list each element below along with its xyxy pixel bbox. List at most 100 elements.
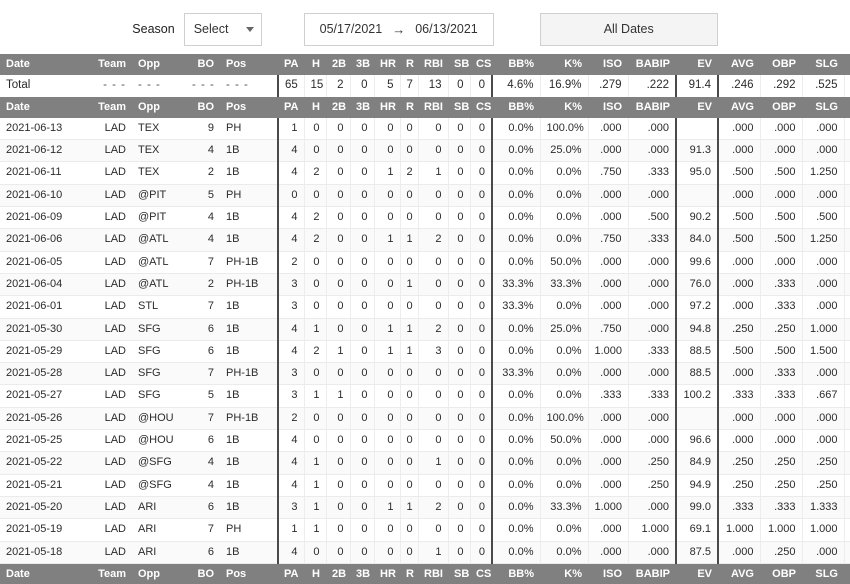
table-row[interactable]: 2021-06-11 LAD TEX 2 1B 4 2 0 0 1 2 1 0 0 0.0% 0.0% .750… bbox=[0, 161, 850, 185]
cell-3b: 0 bbox=[350, 184, 375, 208]
table-row[interactable]: 2021-05-22 LAD @SFG 4 1B 4 1 0 0 0 0 1 0 0 0.0% 0.0% .00… bbox=[0, 451, 850, 475]
col-rbi[interactable]: RBI bbox=[418, 54, 448, 76]
col-pos[interactable]: Pos bbox=[220, 54, 278, 76]
col3-2b[interactable]: 2B bbox=[326, 563, 350, 584]
cell-h: 2 bbox=[304, 161, 327, 185]
col3-3b[interactable]: 3B bbox=[350, 563, 374, 584]
col2-sb[interactable]: SB bbox=[448, 96, 470, 118]
col-babip[interactable]: BABIP bbox=[628, 54, 676, 76]
col3-bbpct[interactable]: BB% bbox=[492, 563, 540, 584]
table-row[interactable]: 2021-05-29 LAD SFG 6 1B 4 2 1 0 1 1 3 0 0 0.0% 0.0% 1.00… bbox=[0, 340, 850, 364]
table-row[interactable]: 2021-05-21 LAD @SFG 4 1B 4 1 0 0 0 0 0 0 0 0.0% 0.0% .00… bbox=[0, 474, 850, 497]
table-row[interactable]: 2021-06-04 LAD @ATL 2 PH-1B 3 0 0 0 0 1 0 0 0 33.3% 33.… bbox=[0, 273, 850, 297]
table-row[interactable]: 2021-06-09 LAD @PIT 4 1B 4 2 0 0 0 0 0 0 0 0.0% 0.0% .00… bbox=[0, 206, 850, 230]
table-row[interactable]: 2021-05-25 LAD @HOU 6 1B 4 0 0 0 0 0 0 0 0 0.0% 50.0% .0… bbox=[0, 429, 850, 453]
col3-avg[interactable]: AVG bbox=[718, 563, 760, 584]
col-cs[interactable]: CS bbox=[470, 54, 492, 76]
col3-cs[interactable]: CS bbox=[470, 563, 492, 584]
col3-kpct[interactable]: K% bbox=[540, 563, 588, 584]
table-row[interactable]: 2021-06-12 LAD TEX 4 1B 4 0 0 0 0 0 0 0 0 0.0% 25.0% .00… bbox=[0, 139, 850, 163]
col2-h[interactable]: H bbox=[304, 96, 326, 118]
col2-date[interactable]: Date bbox=[0, 96, 86, 118]
col-bo[interactable]: BO bbox=[186, 54, 220, 76]
table-row[interactable]: 2021-06-10 LAD @PIT 5 PH 0 0 0 0 0 0 0 0 0 0.0% 0.0% .00… bbox=[0, 184, 850, 208]
col2-avg[interactable]: AVG bbox=[718, 96, 760, 118]
cell-pos: 1B bbox=[220, 295, 278, 319]
cell-sb: 0 bbox=[448, 518, 471, 542]
table-row[interactable]: 2021-06-13 LAD TEX 9 PH 1 0 0 0 0 0 0 0 0 0.0% 100.0% .0… bbox=[0, 117, 850, 141]
col2-opp[interactable]: Opp bbox=[132, 96, 186, 118]
col2-obp[interactable]: OBP bbox=[760, 96, 802, 118]
col2-woba[interactable]: wOBA bbox=[844, 96, 850, 118]
col3-bo[interactable]: BO bbox=[186, 563, 220, 584]
col-3b[interactable]: 3B bbox=[350, 54, 374, 76]
col-opp[interactable]: Opp bbox=[132, 54, 186, 76]
col-date[interactable]: Date bbox=[0, 54, 86, 76]
col2-slg[interactable]: SLG bbox=[802, 96, 844, 118]
col3-h[interactable]: H bbox=[304, 563, 326, 584]
cell-babip: .000 bbox=[628, 429, 677, 453]
col2-team[interactable]: Team bbox=[86, 96, 132, 118]
col3-pa[interactable]: PA bbox=[278, 563, 304, 584]
table-row[interactable]: 2021-05-18 LAD ARI 6 1B 4 0 0 0 0 0 1 0 0 0.0% 0.0% .000… bbox=[0, 541, 850, 564]
col-sb[interactable]: SB bbox=[448, 54, 470, 76]
season-select[interactable]: Select bbox=[183, 12, 262, 46]
col3-team[interactable]: Team bbox=[86, 563, 132, 584]
table-row[interactable]: 2021-06-06 LAD @ATL 4 1B 4 2 0 0 1 1 2 0 0 0.0% 0.0% .75… bbox=[0, 228, 850, 252]
col-hr[interactable]: HR bbox=[374, 54, 400, 76]
table-row[interactable]: 2021-06-01 LAD STL 7 1B 3 0 0 0 0 0 0 0 0 33.3% 0.0% .00… bbox=[0, 295, 850, 319]
col3-slg[interactable]: SLG bbox=[802, 563, 844, 584]
col-bbpct[interactable]: BB% bbox=[492, 54, 540, 76]
table-row[interactable]: 2021-06-05 LAD @ATL 7 PH-1B 2 0 0 0 0 0 0 0 0 0.0% 50.0… bbox=[0, 251, 850, 274]
table-row[interactable]: 2021-05-30 LAD SFG 6 1B 4 1 0 0 1 1 2 0 0 0.0% 25.0% .75… bbox=[0, 318, 850, 341]
col3-opp[interactable]: Opp bbox=[132, 563, 186, 584]
col2-r[interactable]: R bbox=[400, 96, 418, 118]
col-team[interactable]: Team bbox=[86, 54, 132, 76]
col2-babip[interactable]: BABIP bbox=[628, 96, 676, 118]
col-iso[interactable]: ISO bbox=[588, 54, 628, 76]
col3-babip[interactable]: BABIP bbox=[628, 563, 676, 584]
col-ev[interactable]: EV bbox=[676, 54, 718, 76]
table-row[interactable]: 2021-05-28 LAD SFG 7 PH-1B 3 0 0 0 0 0 0 0 0 33.3% 0.0%… bbox=[0, 362, 850, 386]
col3-date[interactable]: Date bbox=[0, 563, 86, 584]
table-row[interactable]: 2021-05-27 LAD SFG 5 1B 3 1 1 0 0 0 0 0 0 0.0% 0.0% .333… bbox=[0, 384, 850, 408]
col-2b[interactable]: 2B bbox=[326, 54, 350, 76]
col2-iso[interactable]: ISO bbox=[588, 96, 628, 118]
col2-ev[interactable]: EV bbox=[676, 96, 718, 118]
col3-pos[interactable]: Pos bbox=[220, 563, 278, 584]
col-kpct[interactable]: K% bbox=[540, 54, 588, 76]
col3-hr[interactable]: HR bbox=[374, 563, 400, 584]
cell-bbpct: 33.3% bbox=[492, 295, 541, 319]
col3-iso[interactable]: ISO bbox=[588, 563, 628, 584]
col3-obp[interactable]: OBP bbox=[760, 563, 802, 584]
table-row[interactable]: 2021-05-19 LAD ARI 7 PH 1 1 0 0 0 0 0 0 0 0.0% 0.0% .000… bbox=[0, 518, 850, 542]
col-slg[interactable]: SLG bbox=[802, 54, 844, 76]
col2-2b[interactable]: 2B bbox=[326, 96, 350, 118]
date-range-picker[interactable]: 05/17/2021 → 06/13/2021 bbox=[303, 12, 494, 46]
col3-ev[interactable]: EV bbox=[676, 563, 718, 584]
cell-woba: .883 bbox=[844, 518, 850, 542]
col-avg[interactable]: AVG bbox=[718, 54, 760, 76]
col2-hr[interactable]: HR bbox=[374, 96, 400, 118]
col-obp[interactable]: OBP bbox=[760, 54, 802, 76]
col-pa[interactable]: PA bbox=[278, 54, 304, 76]
all-dates-button[interactable]: All Dates bbox=[539, 12, 718, 46]
col2-3b[interactable]: 3B bbox=[350, 96, 374, 118]
col2-bo[interactable]: BO bbox=[186, 96, 220, 118]
col2-bbpct[interactable]: BB% bbox=[492, 96, 540, 118]
col-r[interactable]: R bbox=[400, 54, 418, 76]
col3-r[interactable]: R bbox=[400, 563, 418, 584]
col3-sb[interactable]: SB bbox=[448, 563, 470, 584]
col2-kpct[interactable]: K% bbox=[540, 96, 588, 118]
table-row[interactable]: 2021-05-20 LAD ARI 6 1B 3 1 0 0 1 1 2 0 0 0.0% 33.3% 1.0… bbox=[0, 496, 850, 520]
col3-woba[interactable]: wOBA bbox=[844, 563, 850, 584]
col2-pa[interactable]: PA bbox=[278, 96, 304, 118]
col3-rbi[interactable]: RBI bbox=[418, 563, 448, 584]
col2-cs[interactable]: CS bbox=[470, 96, 492, 118]
col2-pos[interactable]: Pos bbox=[220, 96, 278, 118]
cell-kpct: 0.0% bbox=[540, 362, 589, 386]
col2-rbi[interactable]: RBI bbox=[418, 96, 448, 118]
table-row[interactable]: 2021-05-26 LAD @HOU 7 PH-1B 2 0 0 0 0 0 0 0 0 0.0% 100.… bbox=[0, 407, 850, 431]
col-h[interactable]: H bbox=[304, 54, 326, 76]
col-woba[interactable]: wOBA bbox=[844, 54, 850, 76]
